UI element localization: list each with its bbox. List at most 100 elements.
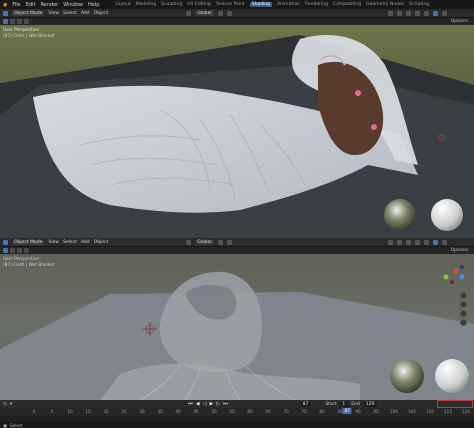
step-forward-icon[interactable]: ▷ (216, 401, 220, 407)
timeline-editor-icon[interactable]: ◷ (3, 402, 7, 407)
xray-icon[interactable] (405, 239, 411, 245)
status-mode-label: Select (9, 422, 23, 428)
blender-logo-icon[interactable]: ● (3, 2, 7, 8)
menu-view[interactable]: View (48, 240, 59, 245)
menu-add[interactable]: Add (81, 240, 90, 245)
select-subtract-icon[interactable] (24, 248, 29, 253)
menu-select[interactable]: Select (63, 11, 77, 16)
menu-window[interactable]: Window (63, 2, 83, 8)
timeline-tick-105: 105 (408, 409, 416, 414)
select-subtract-icon[interactable] (24, 19, 29, 24)
timeline-tick-110: 110 (426, 409, 434, 414)
timeline-menu-icon[interactable]: ▾ (10, 402, 12, 407)
bottom-viewport[interactable]: User Perspective (87) Cloth | Wet Blanke… (0, 254, 474, 400)
select-tool-icon[interactable] (3, 248, 8, 253)
menu-select[interactable]: Select (63, 240, 77, 245)
menu-render[interactable]: Render (40, 2, 58, 8)
shading-wireframe-icon[interactable] (414, 10, 420, 16)
top-tool-settings: Options (0, 18, 474, 25)
editor-type-icon[interactable] (3, 239, 8, 245)
jump-start-icon[interactable]: ⏮ (188, 401, 193, 407)
menu-view[interactable]: View (48, 11, 59, 16)
menu-file[interactable]: File (12, 2, 20, 8)
orientation-dropdown[interactable]: Global (195, 10, 214, 16)
orientation-dropdown[interactable]: Global (195, 239, 214, 245)
timeline-tick-60: 60 (247, 409, 253, 414)
snap-icon[interactable] (217, 10, 223, 16)
timeline-tick-80: 80 (319, 409, 325, 414)
tab-uv-editing[interactable]: UV Editing (187, 2, 210, 7)
proportional-edit-icon[interactable] (226, 239, 232, 245)
tab-layout[interactable]: Layout (115, 2, 130, 7)
jump-end-icon[interactable]: ⏭ (223, 401, 228, 407)
visibility-icon[interactable] (387, 10, 393, 16)
step-back-icon[interactable]: ◀ (196, 401, 200, 407)
top-viewport[interactable]: User Perspective (87) Cloth | Wet Blanke… (0, 25, 474, 238)
play-reverse-icon[interactable]: ◁ (203, 401, 207, 407)
perspective-toggle-icon[interactable] (460, 319, 467, 326)
timeline-tick-120: 120 (462, 409, 470, 414)
tab-geometry-nodes[interactable]: Geometry Nodes (366, 2, 404, 7)
hdri-diffuse-sphere (431, 199, 463, 231)
shading-solid-icon[interactable] (423, 10, 429, 16)
snap-icon[interactable] (217, 239, 223, 245)
options-dropdown[interactable]: Options (451, 248, 468, 253)
editor-type-icon[interactable] (3, 10, 8, 16)
shading-solid-icon[interactable] (423, 239, 429, 245)
viewport-object-label: (87) Cloth | Wet Blanket (3, 34, 55, 39)
timeline-playhead[interactable]: 87 (342, 408, 352, 414)
camera-view-icon[interactable] (460, 310, 467, 317)
shading-material-icon[interactable] (432, 10, 438, 16)
transform-orientation-icon[interactable] (186, 239, 192, 245)
zoom-icon[interactable] (460, 292, 467, 299)
select-tool-icon[interactable] (3, 19, 8, 24)
shading-rendered-icon[interactable] (441, 10, 447, 16)
play-icon[interactable]: ▶ (209, 401, 213, 407)
timeline-tick-25: 25 (121, 409, 127, 414)
menu-add[interactable]: Add (81, 11, 90, 16)
transform-orientation-icon[interactable] (186, 10, 192, 16)
overlay-icon[interactable] (396, 10, 402, 16)
tab-texture-paint[interactable]: Texture Paint (216, 2, 245, 7)
overlay-icon[interactable] (396, 239, 402, 245)
timeline-tick-95: 95 (373, 409, 379, 414)
end-label: End (351, 401, 360, 407)
bottom-viewport-header: Object Mode View Select Add Object Globa… (0, 238, 474, 247)
menu-edit[interactable]: Edit (26, 2, 36, 8)
timeline-tick-5: 5 (50, 409, 54, 414)
menu-help[interactable]: Help (88, 2, 99, 8)
end-frame-field[interactable]: 120 (362, 401, 378, 407)
menu-object[interactable]: Object (94, 240, 109, 245)
start-frame-field[interactable]: 1 (339, 401, 349, 407)
timeline-tick-35: 35 (157, 409, 163, 414)
pan-icon[interactable] (460, 301, 467, 308)
tab-shading[interactable]: Shading (249, 2, 272, 7)
tab-rendering[interactable]: Rendering (305, 2, 328, 7)
tab-scripting[interactable]: Scripting (409, 2, 429, 7)
proportional-edit-icon[interactable] (226, 10, 232, 16)
shading-rendered-icon[interactable] (441, 239, 447, 245)
options-dropdown[interactable]: Options (451, 19, 468, 24)
shading-material-icon[interactable] (432, 239, 438, 245)
tab-animation[interactable]: Animation (277, 2, 300, 7)
tab-compositing[interactable]: Compositing (333, 2, 361, 7)
select-mode-icon[interactable] (10, 248, 15, 253)
timeline-ruler[interactable]: 0 5 10 15 20 25 30 35 40 45 50 55 60 65 70 75 80 85 90 95 10… (0, 408, 474, 416)
select-extend-icon[interactable] (17, 19, 22, 24)
select-mode-icon[interactable] (10, 19, 15, 24)
timeline-tick-65: 65 (265, 409, 271, 414)
tab-modeling[interactable]: Modeling (136, 2, 156, 7)
timeline-tick-115: 115 (444, 409, 452, 414)
current-frame-field[interactable]: 87 (299, 401, 312, 407)
shading-wireframe-icon[interactable] (414, 239, 420, 245)
mode-dropdown[interactable]: Object Mode (12, 10, 45, 16)
select-extend-icon[interactable] (17, 248, 22, 253)
menu-object[interactable]: Object (94, 11, 109, 16)
tab-sculpting[interactable]: Sculpting (161, 2, 182, 7)
top-menubar: ● File Edit Render Window Help Layout Mo… (0, 0, 474, 9)
viewport-object-label: (87) Cloth | Wet Blanket (3, 263, 55, 268)
mode-dropdown[interactable]: Object Mode (12, 239, 45, 245)
xray-icon[interactable] (405, 10, 411, 16)
hdri-chrome-sphere (390, 359, 424, 393)
visibility-icon[interactable] (387, 239, 393, 245)
